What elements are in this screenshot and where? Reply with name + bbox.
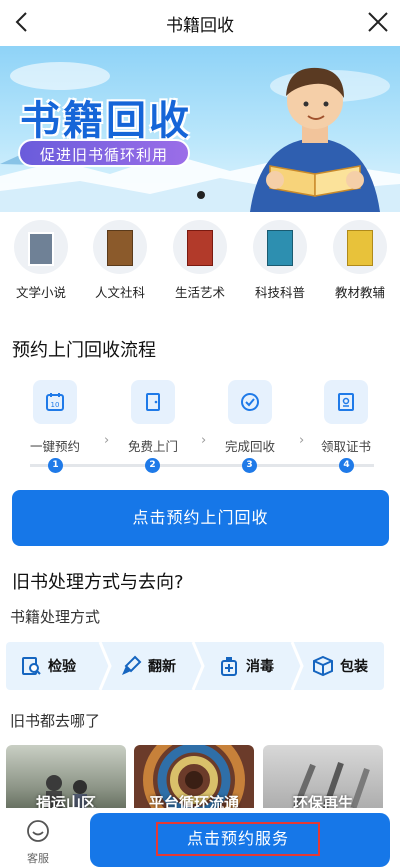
book-cover-image: [14, 220, 68, 274]
method-inspect: 检验: [20, 642, 76, 690]
disposal-section-title: 旧书处理方式与去向?: [12, 572, 184, 593]
progress-line: [30, 464, 374, 467]
close-icon[interactable]: [366, 9, 390, 35]
method-refurbish: 翻新: [120, 642, 176, 690]
carousel-indicator[interactable]: [197, 191, 205, 199]
reading-boy-illustration: [250, 67, 380, 212]
destination-card-circulation[interactable]: 平台循环流通: [134, 745, 254, 815]
step-number: 3: [242, 458, 257, 473]
category-row: 文学小说 人文社科 生活艺术 科技科普 教材教辅: [0, 218, 400, 308]
nav-bar: 书籍回收: [0, 0, 400, 46]
check-circle-icon: [228, 380, 272, 424]
chevron-separator-icon: [290, 642, 304, 690]
customer-service-button[interactable]: 客服: [18, 818, 58, 866]
flow-step-3: 完成回收: [210, 380, 290, 455]
step-label: 免费上门: [127, 439, 178, 454]
chevron-separator-icon: [191, 642, 205, 690]
package-icon: [313, 655, 333, 677]
step-label: 完成回收: [224, 439, 275, 454]
step-label: 一键预约: [29, 439, 80, 454]
bottom-action-bar: 客服 点击预约服务: [0, 808, 400, 867]
chevron-right-icon: ›: [299, 433, 305, 448]
book-cover-image: [173, 220, 227, 274]
method-label: 消毒: [246, 659, 274, 675]
brush-icon: [122, 655, 142, 675]
svg-text:10: 10: [51, 401, 60, 409]
category-label: 科技科普: [254, 285, 305, 300]
step-number: 2: [145, 458, 160, 473]
chevron-right-icon: ›: [201, 433, 207, 448]
category-humanities[interactable]: 人文社科: [84, 218, 156, 301]
category-label: 人文社科: [94, 285, 145, 300]
step-label: 领取证书: [320, 439, 371, 454]
chevron-right-icon: ›: [104, 433, 110, 448]
book-pickup-button[interactable]: 点击预约上门回收: [12, 490, 389, 546]
book-cover-image: [333, 220, 387, 274]
inspect-icon: [22, 657, 41, 675]
flow-step-1: 10 一键预约: [15, 380, 95, 455]
category-label: 文学小说: [15, 285, 66, 300]
flow-step-4: 领取证书: [306, 380, 386, 455]
category-textbook[interactable]: 教材教辅: [324, 218, 396, 301]
reserve-service-button[interactable]: 点击预约服务: [90, 813, 390, 867]
method-label: 检验: [48, 659, 76, 675]
destination-subtitle: 旧书都去哪了: [10, 712, 101, 730]
category-lifestyle-art[interactable]: 生活艺术: [164, 218, 236, 301]
step-number: 1: [48, 458, 63, 473]
banner[interactable]: 书籍回收 促进旧书循环利用: [0, 46, 400, 212]
destination-card-mountain[interactable]: 捐运山区: [6, 745, 126, 815]
method-subtitle: 书籍处理方式: [10, 608, 101, 626]
banner-title: 书籍回收: [20, 98, 192, 144]
book-cover-image: [253, 220, 307, 274]
chevron-separator-icon: [98, 642, 112, 690]
smile-chat-icon: [27, 820, 49, 842]
book-cover-image: [93, 220, 147, 274]
flow-section-title: 预约上门回收流程: [12, 340, 156, 361]
customer-service-label: 客服: [27, 852, 49, 865]
category-label: 生活艺术: [174, 285, 225, 300]
step-number: 4: [339, 458, 354, 473]
banner-subtitle: 促进旧书循环利用: [18, 139, 191, 167]
method-disinfect: 消毒: [218, 642, 274, 690]
destination-card-recycle[interactable]: 环保再生: [263, 745, 383, 815]
reserve-service-label: 点击预约服务: [156, 822, 320, 856]
method-label: 翻新: [148, 659, 176, 675]
calendar-icon: 10: [33, 380, 77, 424]
page-title: 书籍回收: [166, 16, 234, 36]
door-icon: [131, 380, 175, 424]
disinfect-icon: [221, 657, 237, 676]
processing-methods-bar: 检验 翻新 消毒 包装: [6, 642, 384, 690]
category-science[interactable]: 科技科普: [244, 218, 316, 301]
flow-step-2: 免费上门: [113, 380, 193, 455]
method-label: 包装: [340, 659, 368, 675]
method-package: 包装: [312, 642, 368, 690]
certificate-icon: [324, 380, 368, 424]
category-label: 教材教辅: [334, 285, 385, 300]
category-literature[interactable]: 文学小说: [5, 218, 77, 301]
